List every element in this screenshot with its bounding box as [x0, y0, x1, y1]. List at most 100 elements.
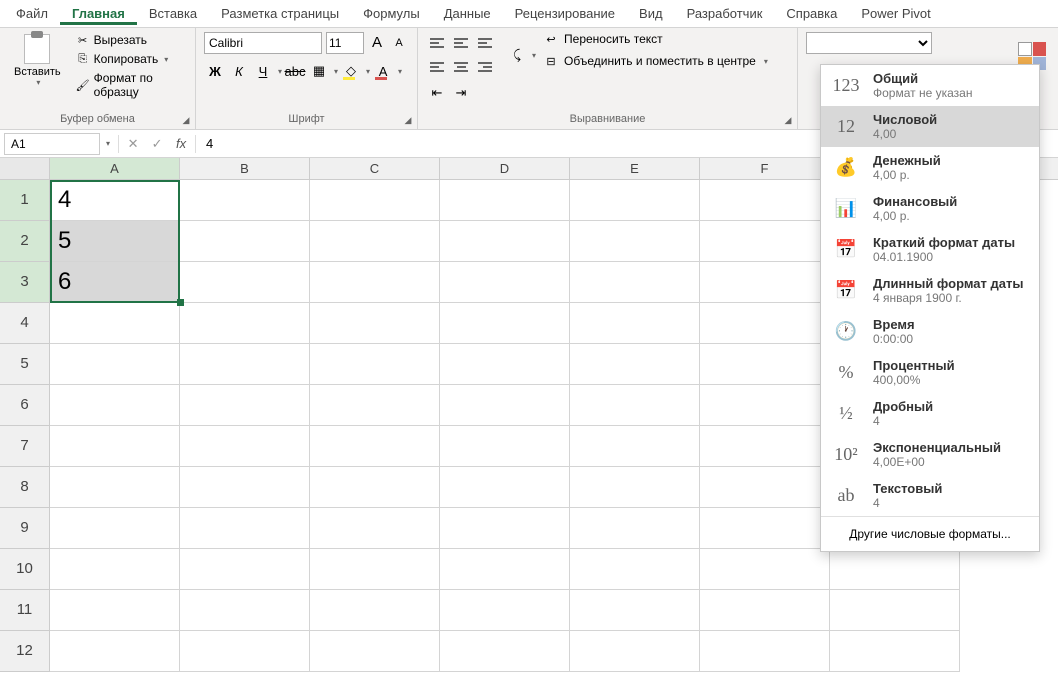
cell-C8[interactable] [310, 467, 440, 508]
italic-button[interactable]: К [228, 60, 250, 82]
name-box[interactable] [4, 133, 100, 155]
cell-D6[interactable] [440, 385, 570, 426]
align-middle-button[interactable] [450, 32, 472, 54]
cell-D12[interactable] [440, 631, 570, 672]
borders-button[interactable]: ▦ [308, 60, 330, 82]
cell-D1[interactable] [440, 180, 570, 221]
copy-button[interactable]: ⎘Копировать▾ [73, 51, 187, 67]
cell-G10[interactable] [830, 549, 960, 590]
tab-вставка[interactable]: Вставка [137, 2, 209, 25]
cell-E11[interactable] [570, 590, 700, 631]
align-center-button[interactable] [450, 56, 472, 78]
cell-A7[interactable] [50, 426, 180, 467]
cell-F6[interactable] [700, 385, 830, 426]
wrap-text-button[interactable]: ↩Переносить текст [544, 32, 768, 46]
cell-B7[interactable] [180, 426, 310, 467]
cell-F11[interactable] [700, 590, 830, 631]
cell-D5[interactable] [440, 344, 570, 385]
cell-E1[interactable] [570, 180, 700, 221]
strike-button[interactable]: abc [284, 60, 306, 82]
cell-C7[interactable] [310, 426, 440, 467]
cell-E8[interactable] [570, 467, 700, 508]
fx-button[interactable]: fx [169, 133, 193, 155]
col-header-A[interactable]: A [50, 158, 180, 179]
cell-B10[interactable] [180, 549, 310, 590]
col-header-C[interactable]: C [310, 158, 440, 179]
format-option-числовой[interactable]: 12Числовой4,00 [821, 106, 1039, 147]
cell-F10[interactable] [700, 549, 830, 590]
tab-формулы[interactable]: Формулы [351, 2, 432, 25]
cell-F5[interactable] [700, 344, 830, 385]
paste-button[interactable]: Вставить ▾ [8, 32, 67, 89]
cell-F4[interactable] [700, 303, 830, 344]
cell-F7[interactable] [700, 426, 830, 467]
row-header-7[interactable]: 7 [0, 426, 50, 467]
cell-G12[interactable] [830, 631, 960, 672]
bold-button[interactable]: Ж [204, 60, 226, 82]
cell-A5[interactable] [50, 344, 180, 385]
cell-C1[interactable] [310, 180, 440, 221]
align-top-button[interactable] [426, 32, 448, 54]
format-option-краткий-формат-даты[interactable]: 📅Краткий формат даты04.01.1900 [821, 229, 1039, 270]
tab-power-pivot[interactable]: Power Pivot [849, 2, 942, 25]
name-box-dropdown[interactable]: ▾ [106, 139, 110, 148]
more-formats-button[interactable]: Другие числовые форматы... [821, 516, 1039, 551]
cell-F1[interactable] [700, 180, 830, 221]
confirm-formula-button[interactable]: ✓ [145, 133, 169, 155]
cell-D10[interactable] [440, 549, 570, 590]
tab-файл[interactable]: Файл [4, 2, 60, 25]
cut-button[interactable]: ✂Вырезать [73, 32, 187, 48]
cell-D7[interactable] [440, 426, 570, 467]
cell-D8[interactable] [440, 467, 570, 508]
cell-F12[interactable] [700, 631, 830, 672]
cell-G11[interactable] [830, 590, 960, 631]
dialog-launcher[interactable]: ◢ [782, 114, 794, 126]
format-option-длинный-формат-даты[interactable]: 📅Длинный формат даты4 января 1900 г. [821, 270, 1039, 311]
align-right-button[interactable] [474, 56, 496, 78]
cell-B3[interactable] [180, 262, 310, 303]
decrease-font-icon[interactable]: A [390, 34, 408, 52]
cell-B11[interactable] [180, 590, 310, 631]
format-painter-button[interactable]: 🖌Формат по образцу [73, 70, 187, 100]
cell-D4[interactable] [440, 303, 570, 344]
cell-E6[interactable] [570, 385, 700, 426]
cell-E12[interactable] [570, 631, 700, 672]
select-all-corner[interactable] [0, 158, 50, 179]
dialog-launcher[interactable]: ◢ [402, 114, 414, 126]
cell-C5[interactable] [310, 344, 440, 385]
cell-A9[interactable] [50, 508, 180, 549]
font-size-select[interactable] [326, 32, 364, 54]
fill-color-button[interactable]: ◇ [340, 60, 362, 82]
tab-справка[interactable]: Справка [774, 2, 849, 25]
number-format-select[interactable] [806, 32, 932, 54]
col-header-E[interactable]: E [570, 158, 700, 179]
col-header-D[interactable]: D [440, 158, 570, 179]
cell-B4[interactable] [180, 303, 310, 344]
tab-вид[interactable]: Вид [627, 2, 675, 25]
row-header-3[interactable]: 3 [0, 262, 50, 303]
cell-E7[interactable] [570, 426, 700, 467]
format-option-дробный[interactable]: ½Дробный4 [821, 393, 1039, 434]
cell-C10[interactable] [310, 549, 440, 590]
format-option-процентный[interactable]: %Процентный400,00% [821, 352, 1039, 393]
cell-C3[interactable] [310, 262, 440, 303]
row-header-10[interactable]: 10 [0, 549, 50, 590]
col-header-B[interactable]: B [180, 158, 310, 179]
tab-данные[interactable]: Данные [432, 2, 503, 25]
cell-E9[interactable] [570, 508, 700, 549]
format-option-время[interactable]: 🕐Время0:00:00 [821, 311, 1039, 352]
merge-center-button[interactable]: ⊟Объединить и поместить в центре▾ [544, 54, 768, 68]
cell-C2[interactable] [310, 221, 440, 262]
font-color-button[interactable]: A [372, 60, 394, 82]
cell-A3[interactable]: 6 [50, 262, 180, 303]
tab-рецензирование[interactable]: Рецензирование [503, 2, 627, 25]
format-option-денежный[interactable]: 💰Денежный4,00 р. [821, 147, 1039, 188]
cell-D3[interactable] [440, 262, 570, 303]
cell-D2[interactable] [440, 221, 570, 262]
cell-A10[interactable] [50, 549, 180, 590]
cell-D9[interactable] [440, 508, 570, 549]
cell-E5[interactable] [570, 344, 700, 385]
orientation-button[interactable]: ⤹ [506, 44, 528, 66]
align-bottom-button[interactable] [474, 32, 496, 54]
tab-разметка-страницы[interactable]: Разметка страницы [209, 2, 351, 25]
